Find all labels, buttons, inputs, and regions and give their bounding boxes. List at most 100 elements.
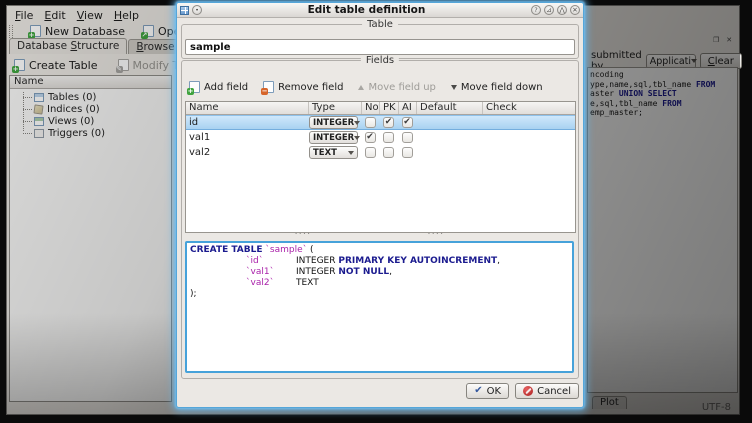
move-field-down-button[interactable]: Move field down: [448, 81, 546, 94]
field-name-cell[interactable]: id: [186, 117, 308, 128]
pk-checkbox[interactable]: [383, 117, 394, 128]
log-line: e,sql,tbl_name FROM: [590, 99, 737, 109]
new-database-button[interactable]: + New Database: [27, 24, 128, 39]
titlebar-buttons: ? ⊿ ⋀ ✕: [531, 5, 580, 15]
dock-close-icon[interactable]: ✕: [726, 36, 732, 44]
chevron-down-icon: [354, 121, 360, 125]
splitter-handle[interactable]: [185, 233, 576, 241]
pk-checkbox[interactable]: [383, 147, 394, 158]
indices-icon: [33, 104, 43, 114]
create-table-button[interactable]: + Create Table: [11, 58, 101, 73]
maximize-button[interactable]: ⋀: [557, 5, 567, 15]
help-button[interactable]: ?: [531, 5, 541, 15]
not-null-checkbox[interactable]: [365, 117, 376, 128]
dialog-buttons: ✔ OK Cancel: [466, 383, 579, 399]
add-field-icon: +: [189, 81, 200, 93]
schema-tree-panel: Name Tables (0) Indices (0) Views (0): [9, 75, 172, 402]
arrow-up-icon: [358, 85, 364, 90]
arrow-down-icon: [451, 85, 457, 90]
column-header-ai[interactable]: AI: [398, 102, 416, 114]
structure-toolbar: + Create Table ✎ Modify Table: [11, 57, 204, 73]
not-null-checkbox[interactable]: [365, 147, 376, 158]
cancel-icon: [523, 386, 533, 396]
menu-edit[interactable]: Edit: [44, 9, 65, 22]
tree-item-indices[interactable]: Indices (0): [10, 103, 171, 115]
fields-toolbar: + Add field − Remove field Move field up…: [186, 78, 546, 96]
menubar: File Edit View Help: [7, 8, 139, 22]
log-line: ype,name,sql,tbl_name FROM: [590, 80, 737, 90]
log-line: emp_master;: [590, 108, 737, 118]
ai-checkbox[interactable]: [402, 132, 413, 143]
dialog-title: Edit table definition: [202, 4, 531, 16]
menu-file[interactable]: File: [15, 9, 33, 22]
open-database-icon: ↗: [143, 25, 154, 37]
edit-table-definition-dialog: • Edit table definition ? ⊿ ⋀ ✕ Table Fi…: [176, 2, 584, 408]
column-header-name[interactable]: Name: [186, 102, 308, 114]
move-field-up-button[interactable]: Move field up: [355, 81, 438, 94]
type-select[interactable]: TEXT: [309, 146, 358, 159]
chevron-down-icon: [348, 151, 354, 155]
pk-checkbox[interactable]: [383, 132, 394, 143]
add-field-button[interactable]: + Add field: [186, 80, 251, 94]
fields-grid: Name Type Not PK AI Default Check id INT…: [185, 101, 576, 233]
menu-help[interactable]: Help: [114, 9, 139, 22]
not-null-checkbox[interactable]: [365, 132, 376, 143]
type-select[interactable]: INTEGER: [309, 131, 358, 144]
sql-preview[interactable]: CREATE TABLE `sample` ( `id`INTEGER PRIM…: [185, 241, 574, 373]
modify-table-icon: ✎: [118, 59, 129, 71]
triggers-icon: [34, 129, 44, 138]
menu-view[interactable]: View: [77, 9, 103, 22]
fields-group-label: Fields: [361, 55, 399, 66]
chevron-down-icon: [691, 59, 697, 63]
tab-database-structure[interactable]: Database Structure: [9, 38, 127, 54]
sql-line: `val1`INTEGER NOT NULL,: [190, 267, 569, 278]
type-select[interactable]: INTEGER: [309, 116, 358, 129]
log-line: aster UNION SELECT: [590, 89, 737, 99]
dock-float-icon[interactable]: ❐: [713, 36, 719, 44]
column-header-not[interactable]: Not: [361, 102, 379, 114]
column-header-check[interactable]: Check: [482, 102, 575, 114]
encoding-status: UTF-8: [702, 402, 731, 413]
ok-check-icon: ✔: [474, 386, 482, 396]
remove-field-icon: −: [263, 81, 274, 93]
column-header-default[interactable]: Default: [416, 102, 482, 114]
tables-icon: [34, 93, 44, 102]
fields-group: Fields + Add field − Remove field Move f…: [181, 60, 579, 379]
ai-checkbox[interactable]: [402, 147, 413, 158]
remove-field-button[interactable]: − Remove field: [260, 80, 346, 94]
dock-buttons: ❐ ✕: [713, 36, 732, 44]
ok-button[interactable]: ✔ OK: [466, 383, 509, 399]
cancel-button[interactable]: Cancel: [515, 383, 579, 399]
field-name-cell[interactable]: val2: [186, 147, 308, 158]
table-name-input[interactable]: [185, 39, 575, 55]
new-database-icon: +: [30, 25, 41, 37]
column-header-pk[interactable]: PK: [379, 102, 398, 114]
table-group-label: Table: [362, 19, 398, 30]
sql-line: CREATE TABLE `sample` (: [190, 245, 569, 256]
sql-line: );: [190, 289, 569, 300]
tree-item-views[interactable]: Views (0): [10, 115, 171, 127]
field-name-cell[interactable]: val1: [186, 132, 308, 143]
minimize-button[interactable]: ⊿: [544, 5, 554, 15]
dialog-window-icon: [180, 6, 189, 15]
ai-checkbox[interactable]: [402, 117, 413, 128]
toolbar-drag-handle[interactable]: [9, 25, 13, 38]
chevron-down-icon: [354, 136, 360, 140]
tree-item-triggers[interactable]: Triggers (0): [10, 127, 171, 139]
dialog-titlebar[interactable]: • Edit table definition ? ⊿ ⋀ ✕: [177, 3, 583, 18]
sql-line: `val2`TEXT: [190, 278, 569, 289]
table-group: Table: [181, 24, 579, 59]
field-row-val1[interactable]: val1 INTEGER: [186, 130, 575, 145]
screen: File Edit View Help + New Database ↗ Ope…: [0, 0, 752, 423]
field-row-id[interactable]: id INTEGER: [186, 115, 575, 130]
column-header-type[interactable]: Type: [308, 102, 361, 114]
sql-log-text[interactable]: ncoding ype,name,sql,tbl_name FROM aster…: [587, 67, 738, 393]
fields-grid-header: Name Type Not PK AI Default Check: [186, 102, 575, 115]
tree-column-header[interactable]: Name: [10, 76, 171, 89]
views-icon: [34, 117, 44, 126]
titlebar-menu-button[interactable]: •: [192, 5, 202, 15]
field-row-val2[interactable]: val2 TEXT: [186, 145, 575, 160]
tree-item-tables[interactable]: Tables (0): [10, 91, 171, 103]
tree-body: Tables (0) Indices (0) Views (0) Trigger…: [10, 89, 171, 139]
close-button[interactable]: ✕: [570, 5, 580, 15]
